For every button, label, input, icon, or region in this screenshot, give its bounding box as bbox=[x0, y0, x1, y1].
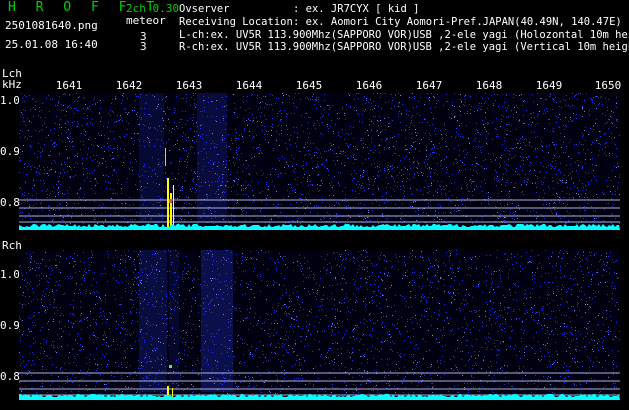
freq-tick-1647: 1647 bbox=[415, 79, 443, 92]
rch-meteor-count: 3 bbox=[140, 40, 147, 53]
freq-tick-1645: 1645 bbox=[295, 79, 323, 92]
signal-band bbox=[139, 93, 164, 222]
meteor-echo bbox=[173, 185, 174, 229]
freq-tick-1650: 1650 bbox=[594, 79, 622, 92]
rch-ytick-0-8: 0.8 bbox=[0, 370, 20, 383]
freq-tick-1643: 1643 bbox=[175, 79, 203, 92]
lch-ytick-0-8: 0.8 bbox=[0, 196, 20, 209]
freq-tick-1648: 1648 bbox=[475, 79, 503, 92]
lch-spectrogram bbox=[19, 93, 620, 230]
rch-spectrogram bbox=[19, 250, 620, 400]
rch-info: R-ch:ex. UV5R 113.900Mhz(SAPPORO VOR)USB… bbox=[179, 41, 629, 53]
spectrogram-bg bbox=[19, 93, 620, 230]
unit-label: kHz bbox=[2, 78, 22, 91]
signal-band bbox=[169, 250, 179, 392]
lch-ytick-0-9: 0.9 bbox=[0, 145, 20, 158]
lch-info: L-ch:ex. UV5R 113.900Mhz(SAPPORO VOR)USB… bbox=[179, 29, 629, 41]
lch-ytick-1-0: 1.0 bbox=[0, 94, 20, 107]
rch-ytick-1-0: 1.0 bbox=[0, 268, 20, 281]
spectrogram-bg bbox=[19, 250, 620, 400]
meteor-echo bbox=[169, 365, 172, 368]
rch-spectrogram-canvas bbox=[19, 250, 620, 400]
meteor-echo bbox=[167, 178, 169, 229]
freq-tick-1642: 1642 bbox=[115, 79, 143, 92]
meteor-label: meteor bbox=[126, 14, 166, 27]
baseline-trace bbox=[19, 394, 620, 400]
timestamp: 25.01.08 16:40 bbox=[5, 38, 98, 51]
meteor-echo bbox=[169, 199, 172, 203]
freq-tick-1646: 1646 bbox=[355, 79, 383, 92]
freq-tick-1641: 1641 bbox=[55, 79, 83, 92]
rch-ytick-0-9: 0.9 bbox=[0, 319, 20, 332]
signal-band bbox=[197, 93, 227, 222]
observer-label: Ovserver bbox=[179, 3, 230, 15]
freq-tick-1649: 1649 bbox=[535, 79, 563, 92]
observer-line: Ovserver : ex. JR7CYX [ kid ] bbox=[179, 3, 419, 15]
location-label: Receiving Location bbox=[179, 16, 293, 28]
signal-band bbox=[139, 250, 167, 392]
meteor-echo bbox=[165, 148, 166, 166]
location-line: Receiving Location: ex. Aomori City Aomo… bbox=[179, 16, 622, 28]
meteor-echo bbox=[170, 193, 172, 229]
freq-tick-1644: 1644 bbox=[235, 79, 263, 92]
filename: 2501081640.png bbox=[5, 19, 98, 32]
observer-value: : ex. JR7CYX [ kid ] bbox=[293, 3, 420, 15]
location-value: : ex. Aomori City Aomori-Pref.JAPAN(40.4… bbox=[293, 16, 622, 28]
lch-spectrogram-canvas bbox=[19, 93, 620, 230]
